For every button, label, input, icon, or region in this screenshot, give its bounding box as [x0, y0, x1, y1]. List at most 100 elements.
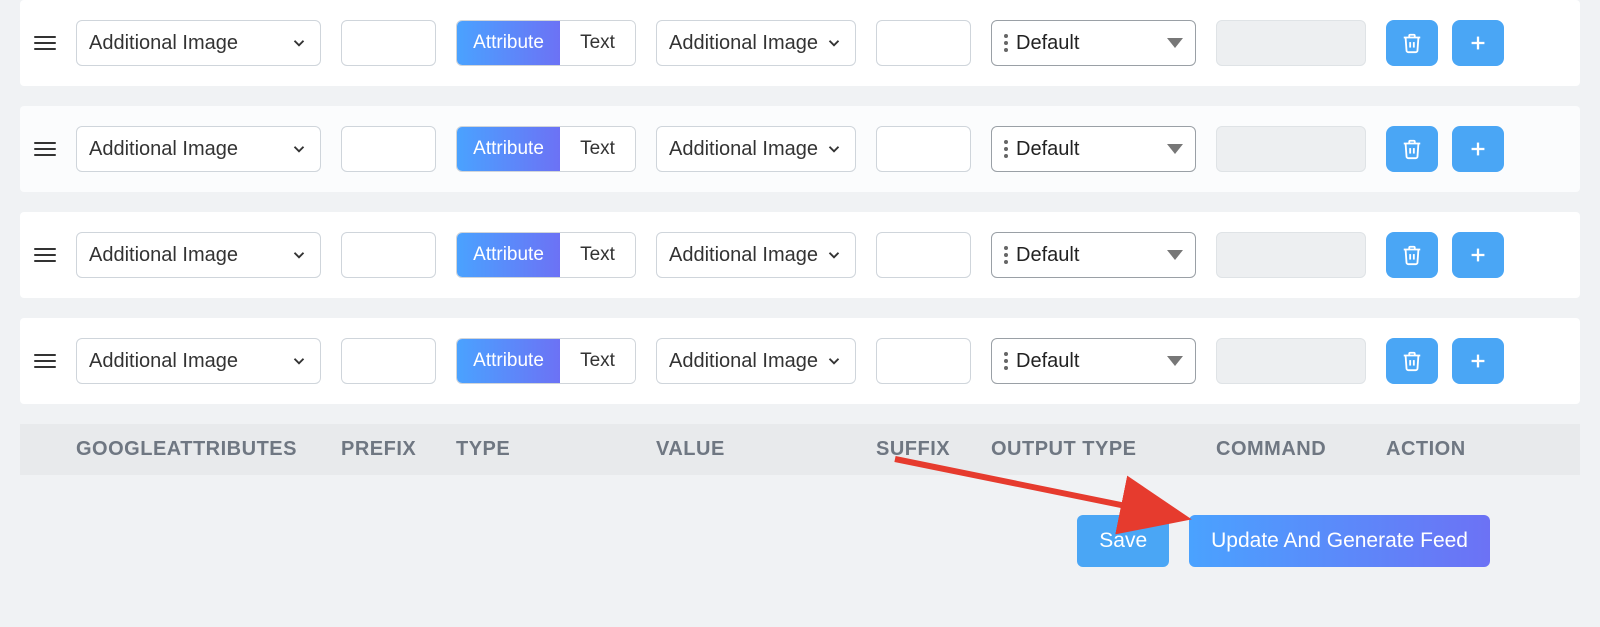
output-type-select[interactable]: Default [991, 20, 1196, 66]
google-attribute-select[interactable]: Additional Image [76, 20, 321, 66]
type-text-option[interactable]: Text [560, 233, 635, 277]
trash-icon [1401, 32, 1423, 54]
drag-handle-icon[interactable] [34, 354, 56, 368]
attribute-row: Additional Image Attribute Text Addition… [20, 0, 1580, 86]
type-toggle[interactable]: Attribute Text [456, 126, 636, 172]
chevron-down-icon [290, 352, 308, 370]
value-selected: Additional Image [669, 138, 819, 161]
grip-dots-icon [1004, 246, 1008, 264]
attribute-rows: Additional Image Attribute Text Addition… [0, 0, 1600, 404]
command-input [1216, 338, 1366, 384]
plus-icon [1467, 350, 1489, 372]
command-input [1216, 232, 1366, 278]
type-text-option[interactable]: Text [560, 339, 635, 383]
header-type: TYPE [456, 438, 636, 461]
chevron-down-icon [825, 352, 843, 370]
add-row-button[interactable] [1452, 338, 1504, 384]
type-text-option[interactable]: Text [560, 21, 635, 65]
header-value: VALUE [656, 438, 856, 461]
google-attribute-select[interactable]: Additional Image [76, 126, 321, 172]
chevron-down-icon [825, 246, 843, 264]
value-selected: Additional Image [669, 244, 819, 267]
plus-icon [1467, 244, 1489, 266]
triangle-down-icon [1167, 250, 1183, 260]
add-row-button[interactable] [1452, 126, 1504, 172]
suffix-input[interactable] [876, 232, 971, 278]
drag-handle-icon[interactable] [34, 248, 56, 262]
drag-handle-icon[interactable] [34, 142, 56, 156]
type-attribute-option[interactable]: Attribute [457, 233, 560, 277]
prefix-input[interactable] [341, 126, 436, 172]
attribute-row: Additional Image Attribute Text Addition… [20, 106, 1580, 192]
trash-icon [1401, 350, 1423, 372]
header-output: OUTPUT TYPE [991, 438, 1196, 461]
value-select[interactable]: Additional Image [656, 232, 856, 278]
delete-row-button[interactable] [1386, 232, 1438, 278]
header-action: ACTION [1386, 438, 1566, 461]
output-type-select[interactable]: Default [991, 232, 1196, 278]
triangle-down-icon [1167, 356, 1183, 366]
delete-row-button[interactable] [1386, 338, 1438, 384]
google-attribute-select[interactable]: Additional Image [76, 232, 321, 278]
header-prefix: PREFIX [341, 438, 436, 461]
prefix-input[interactable] [341, 232, 436, 278]
update-generate-feed-button[interactable]: Update And Generate Feed [1189, 515, 1490, 567]
triangle-down-icon [1167, 38, 1183, 48]
header-command: COMMAND [1216, 438, 1366, 461]
chevron-down-icon [290, 34, 308, 52]
value-select[interactable]: Additional Image [656, 20, 856, 66]
type-toggle[interactable]: Attribute Text [456, 338, 636, 384]
output-type-value: Default [1016, 138, 1159, 161]
attribute-row: Additional Image Attribute Text Addition… [20, 212, 1580, 298]
chevron-down-icon [290, 246, 308, 264]
google-attribute-value: Additional Image [89, 138, 284, 161]
value-select[interactable]: Additional Image [656, 126, 856, 172]
triangle-down-icon [1167, 144, 1183, 154]
command-input [1216, 20, 1366, 66]
output-type-value: Default [1016, 32, 1159, 55]
plus-icon [1467, 32, 1489, 54]
chevron-down-icon [290, 140, 308, 158]
output-type-value: Default [1016, 244, 1159, 267]
add-row-button[interactable] [1452, 20, 1504, 66]
google-attribute-value: Additional Image [89, 244, 284, 267]
output-type-select[interactable]: Default [991, 338, 1196, 384]
add-row-button[interactable] [1452, 232, 1504, 278]
prefix-input[interactable] [341, 338, 436, 384]
drag-handle-icon[interactable] [34, 36, 56, 50]
output-type-value: Default [1016, 350, 1159, 373]
header-suffix: SUFFIX [876, 438, 971, 461]
type-text-option[interactable]: Text [560, 127, 635, 171]
chevron-down-icon [825, 34, 843, 52]
type-toggle[interactable]: Attribute Text [456, 20, 636, 66]
prefix-input[interactable] [341, 20, 436, 66]
grip-dots-icon [1004, 34, 1008, 52]
attribute-row: Additional Image Attribute Text Addition… [20, 318, 1580, 404]
type-attribute-option[interactable]: Attribute [457, 127, 560, 171]
trash-icon [1401, 244, 1423, 266]
google-attribute-value: Additional Image [89, 350, 284, 373]
header-google: GOOGLEATTRIBUTES [76, 438, 321, 461]
chevron-down-icon [825, 140, 843, 158]
value-selected: Additional Image [669, 350, 819, 373]
command-input [1216, 126, 1366, 172]
value-selected: Additional Image [669, 32, 819, 55]
type-attribute-option[interactable]: Attribute [457, 21, 560, 65]
suffix-input[interactable] [876, 338, 971, 384]
column-headers: GOOGLEATTRIBUTES PREFIX TYPE VALUE SUFFI… [20, 424, 1580, 475]
grip-dots-icon [1004, 140, 1008, 158]
grip-dots-icon [1004, 352, 1008, 370]
type-toggle[interactable]: Attribute Text [456, 232, 636, 278]
suffix-input[interactable] [876, 126, 971, 172]
type-attribute-option[interactable]: Attribute [457, 339, 560, 383]
value-select[interactable]: Additional Image [656, 338, 856, 384]
trash-icon [1401, 138, 1423, 160]
suffix-input[interactable] [876, 20, 971, 66]
plus-icon [1467, 138, 1489, 160]
save-button[interactable]: Save [1077, 515, 1169, 567]
delete-row-button[interactable] [1386, 126, 1438, 172]
google-attribute-select[interactable]: Additional Image [76, 338, 321, 384]
delete-row-button[interactable] [1386, 20, 1438, 66]
output-type-select[interactable]: Default [991, 126, 1196, 172]
google-attribute-value: Additional Image [89, 32, 284, 55]
